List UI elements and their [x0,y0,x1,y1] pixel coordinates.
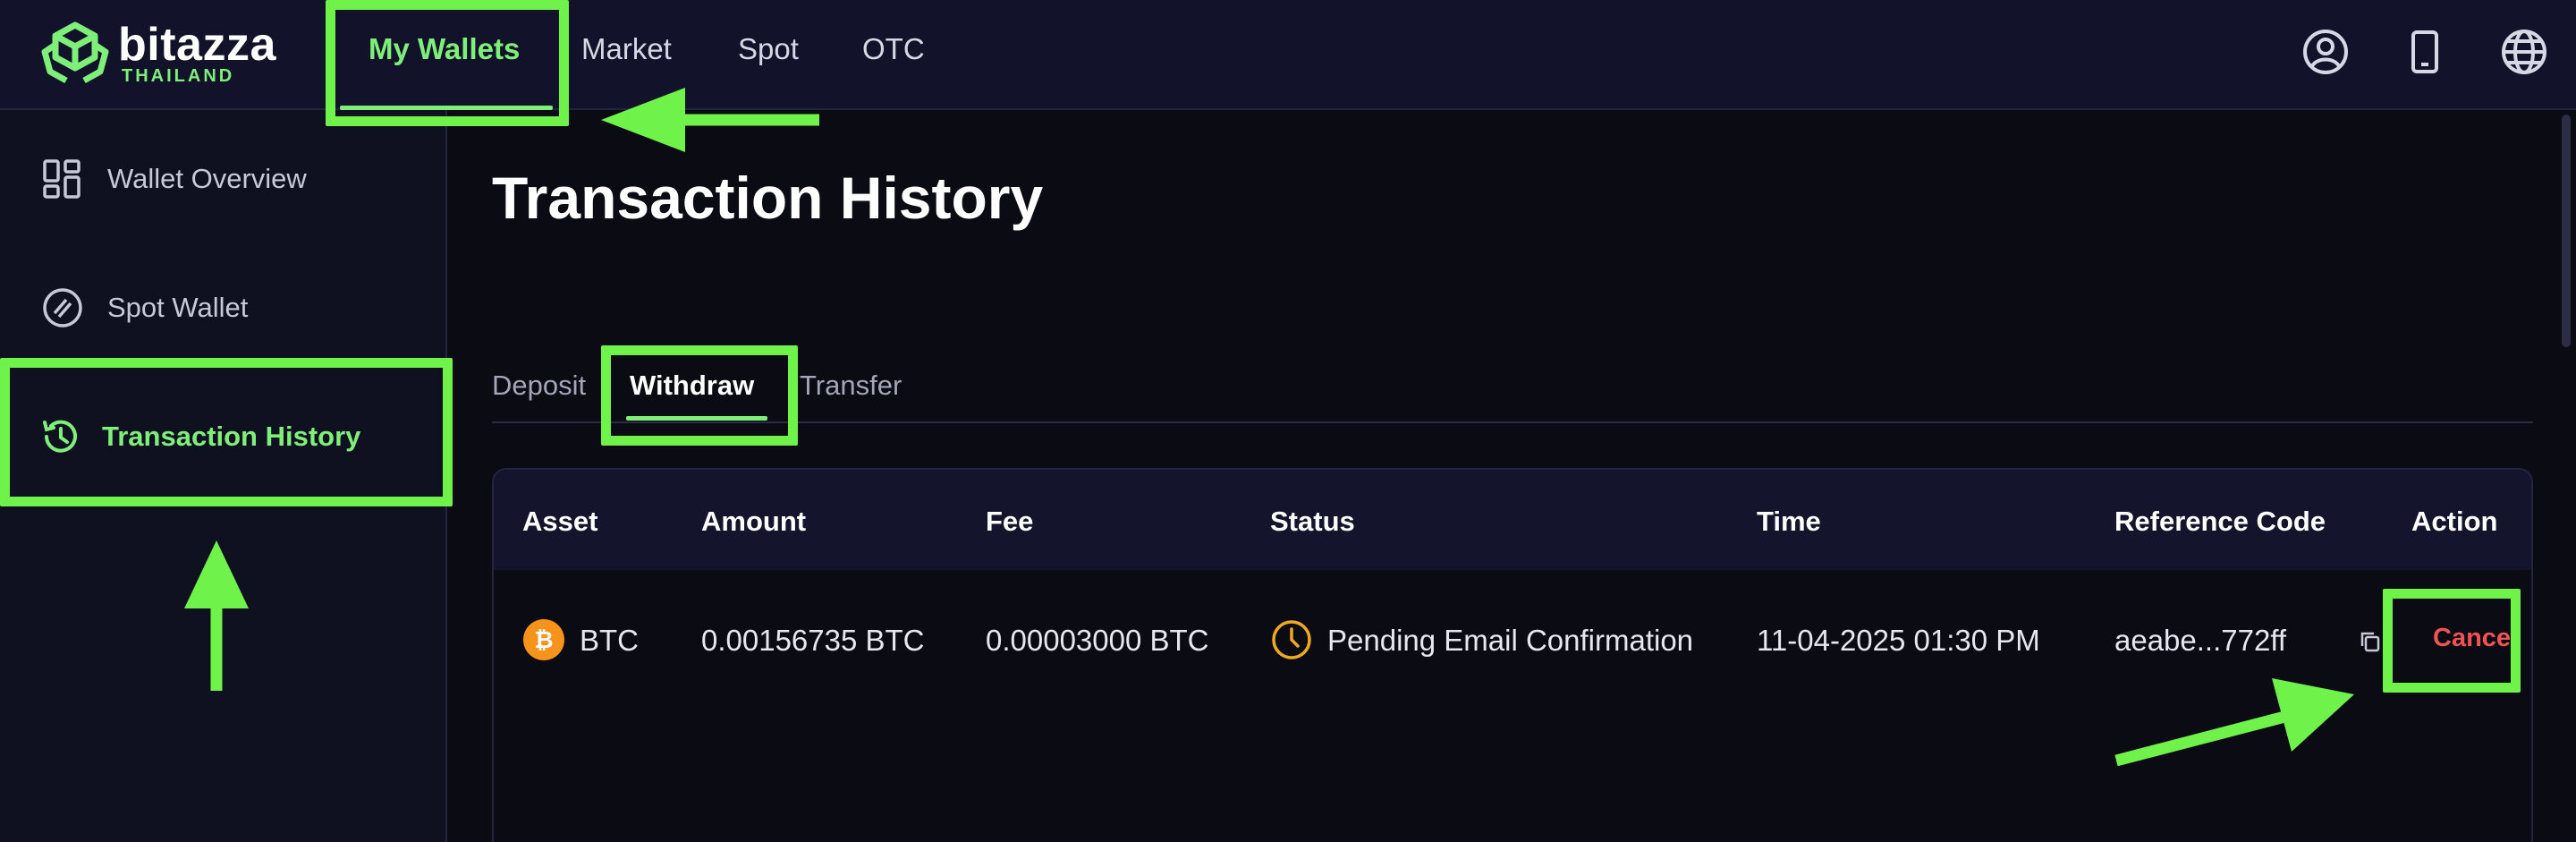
nav-spot[interactable]: Spot [738,32,799,66]
column-header-status: Status [1270,506,1355,537]
clock-icon [1272,620,1311,659]
table-header: Asset Amount Fee Status Time Reference C… [494,470,2531,570]
nav-my-wallets[interactable]: My Wallets [369,32,520,66]
column-header-fee: Fee [986,506,1034,537]
reference-code-cell: aeabe...772ff [2114,624,2287,657]
asset-cell: BTC [580,624,639,657]
tab-withdraw[interactable]: Withdraw [630,370,754,402]
column-header-asset: Asset [522,506,598,537]
sidebar-item-spot-wallet[interactable]: Spot Wallet [0,267,447,347]
bitcoin-icon: ₿ [523,619,564,660]
sidebar-item-wallet-overview[interactable]: Wallet Overview [0,138,447,218]
sidebar-item-label: Transaction History [102,421,361,452]
time-cell: 11-04-2025 01:30 PM [1757,624,2040,657]
user-circle-icon[interactable] [2299,25,2352,79]
top-navigation-bar: bitazza THAILAND My Wallets Market Spot … [0,0,2576,110]
amount-cell: 0.00156735 BTC [701,624,925,657]
main-content: Transaction History Deposit Withdraw Tra… [449,110,2549,842]
wallet-sidebar: Wallet Overview Spot Wallet Transaction … [0,110,447,842]
svg-text:₿: ₿ [534,627,553,654]
column-header-reference-code: Reference Code [2114,506,2326,537]
tab-active-underline [626,416,767,421]
history-icon [43,420,77,453]
brand-name: bitazza [118,19,276,71]
brand-region: THAILAND [122,66,235,86]
page-title: Transaction History [492,165,1044,231]
page-scrollbar[interactable] [2562,115,2571,347]
slashed-circle-icon [43,288,82,327]
column-header-action: Action [2411,506,2498,537]
sidebar-item-label: Spot Wallet [107,292,249,323]
cancel-withdrawal-button[interactable]: Cancel [2433,624,2518,653]
bitazza-logo[interactable]: bitazza THAILAND [39,16,308,91]
tab-transfer[interactable]: Transfer [800,370,902,402]
bitazza-logo-icon [41,21,109,84]
fee-cell: 0.00003000 BTC [986,624,1209,657]
grid-icon [43,159,80,199]
column-header-amount: Amount [701,506,807,537]
sidebar-item-label: Wallet Overview [107,163,307,194]
transaction-type-tabs: Deposit Withdraw Transfer [492,361,2533,423]
column-header-time: Time [1757,506,1821,537]
copy-icon[interactable] [2358,629,2383,654]
transactions-table: Asset Amount Fee Status Time Reference C… [492,468,2533,842]
globe-icon[interactable] [2497,25,2551,79]
nav-otc[interactable]: OTC [862,32,925,66]
status-cell: Pending Email Confirmation [1327,624,1694,657]
tab-deposit[interactable]: Deposit [492,370,586,402]
phone-icon[interactable] [2398,25,2452,79]
sidebar-item-transaction-history[interactable]: Transaction History [0,395,447,476]
nav-market[interactable]: Market [581,32,672,66]
